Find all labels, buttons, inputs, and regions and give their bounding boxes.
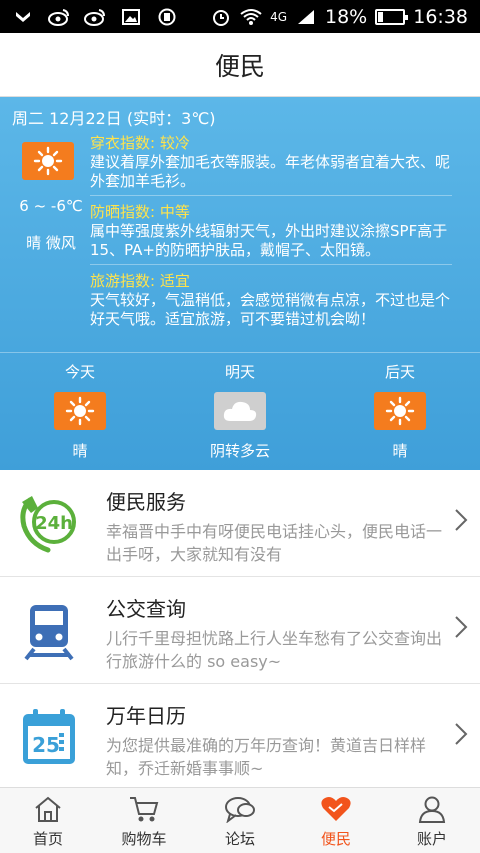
svg-text:25: 25 (32, 733, 60, 757)
service-list: 24h 便民服务 幸福晋中手中有呀便民电话挂心头，便民电话一出手呀，大家就知有没… (0, 470, 480, 791)
handshake-icon (319, 794, 353, 824)
phone-24h-icon: 24h (18, 492, 80, 554)
index-title: 穿衣指数: 较冷 (90, 134, 190, 152)
clock: 16:38 (413, 5, 468, 28)
chevron-right-icon (454, 508, 468, 539)
tab-forum[interactable]: 论坛 (192, 788, 288, 853)
service-title: 便民服务 (106, 490, 186, 514)
notification-icon (12, 7, 34, 27)
cloud-icon (214, 392, 266, 430)
tab-label: 首页 (32, 830, 63, 848)
forecast-day: 明天 (224, 363, 255, 381)
signal-icon (295, 7, 317, 27)
calendar-icon: 25 (18, 706, 80, 768)
service-title: 万年日历 (106, 704, 186, 728)
sun-icon (374, 392, 426, 430)
status-bar: 4G 18% 16:38 (0, 0, 480, 33)
service-item-convenience[interactable]: 24h 便民服务 幸福晋中手中有呀便民电话挂心头，便民电话一出手呀，大家就知有没… (0, 470, 480, 577)
weather-indices: 穿衣指数: 较冷 建议着厚外套加毛衣等服装。年老体弱者宜着大衣、呢外套加羊毛衫。… (90, 133, 452, 339)
service-desc: 为您提供最准确的万年历查询！黄道吉日样样知，乔迁新婚事事顺~ (106, 736, 427, 778)
tab-label: 便民 (320, 830, 351, 848)
forecast-desc: 阴转多云 (209, 442, 270, 460)
forecast-strip: 今天 晴 明天 阴转多云 后天 晴 (0, 352, 480, 470)
alarm-icon (210, 7, 232, 27)
bottom-tab-bar: 首页 购物车 论坛 便民 账户 (0, 787, 480, 853)
battery-percent: 18% (325, 5, 368, 28)
tab-cart[interactable]: 购物车 (96, 788, 192, 853)
forecast-today: 今天 晴 (20, 361, 140, 461)
forecast-desc: 晴 (392, 442, 408, 460)
service-title: 公交查询 (106, 597, 186, 621)
page-title: 便民 (0, 33, 480, 97)
index-text: 建议着厚外套加毛衣等服装。年老体弱者宜着大衣、呢外套加羊毛衫。 (90, 153, 451, 190)
forecast-day: 今天 (64, 363, 95, 381)
cart-icon (127, 794, 161, 824)
forecast-desc: 晴 (72, 442, 88, 460)
train-icon (18, 599, 80, 661)
network-type: 4G (270, 9, 287, 24)
index-item: 旅游指数: 适宜 天气较好，气温稍低，会感觉稍微有点凉，不过也是个好天气哦。适宜… (90, 271, 452, 333)
battery-level (378, 11, 383, 22)
index-text: 属中等强度紫外线辐射天气，外出时建议涂擦SPF高于15、PA+的防晒护肤品，戴帽… (90, 222, 448, 259)
index-title: 旅游指数: 适宜 (90, 272, 190, 290)
image-icon (120, 7, 142, 27)
user-icon (415, 794, 449, 824)
tab-label: 账户 (416, 830, 447, 848)
chat-icon (223, 794, 257, 824)
forecast-tomorrow: 明天 阴转多云 (180, 361, 300, 461)
index-item: 防晒指数: 中等 属中等强度紫外线辐射天气，外出时建议涂擦SPF高于15、PA+… (90, 202, 452, 265)
weather-panel[interactable]: 周二 12月22日 (实时：3℃) 6 ~ -6℃ 晴 微风 穿衣指数: 较冷 … (0, 97, 480, 470)
sun-icon (54, 392, 106, 430)
wifi-icon (240, 7, 262, 27)
svg-text:24h: 24h (35, 513, 73, 534)
service-item-bus[interactable]: 公交查询 儿行千里母担忧路上行人坐车愁有了公交查询出行旅游什么的 so easy… (0, 577, 480, 684)
weibo-icon (48, 7, 70, 27)
tab-account[interactable]: 账户 (384, 788, 480, 853)
battery-icon (375, 8, 409, 25)
chevron-right-icon (454, 615, 468, 646)
tab-label: 论坛 (224, 830, 255, 848)
forecast-day: 后天 (384, 363, 415, 381)
forecast-day-after: 后天 晴 (340, 361, 460, 461)
index-item: 穿衣指数: 较冷 建议着厚外套加毛衣等服装。年老体弱者宜着大衣、呢外套加羊毛衫。 (90, 133, 452, 196)
weather-date: 周二 12月22日 (实时：3℃) (12, 109, 216, 128)
index-text: 天气较好，气温稍低，会感觉稍微有点凉，不过也是个好天气哦。适宜旅游，可不要错过机… (90, 291, 451, 328)
chevron-right-icon (454, 722, 468, 753)
tab-convenience[interactable]: 便民 (288, 788, 384, 853)
service-desc: 幸福晋中手中有呀便民电话挂心头，便民电话一出手呀，大家就知有没有 (106, 522, 443, 564)
sun-icon (22, 142, 74, 180)
tab-label: 购物车 (121, 830, 167, 848)
home-icon (31, 794, 65, 824)
weibo-icon (84, 7, 106, 27)
app-badge-icon (156, 7, 178, 27)
service-desc: 儿行千里母担忧路上行人坐车愁有了公交查询出行旅游什么的 so easy~ (106, 629, 443, 671)
tab-home[interactable]: 首页 (0, 788, 96, 853)
service-item-calendar[interactable]: 25 万年日历 为您提供最准确的万年历查询！黄道吉日样样知，乔迁新婚事事顺~ (0, 684, 480, 791)
weather-condition: 晴 微风 (26, 234, 76, 252)
index-title: 防晒指数: 中等 (90, 203, 190, 221)
temperature-range: 6 ~ -6℃ (19, 197, 83, 215)
